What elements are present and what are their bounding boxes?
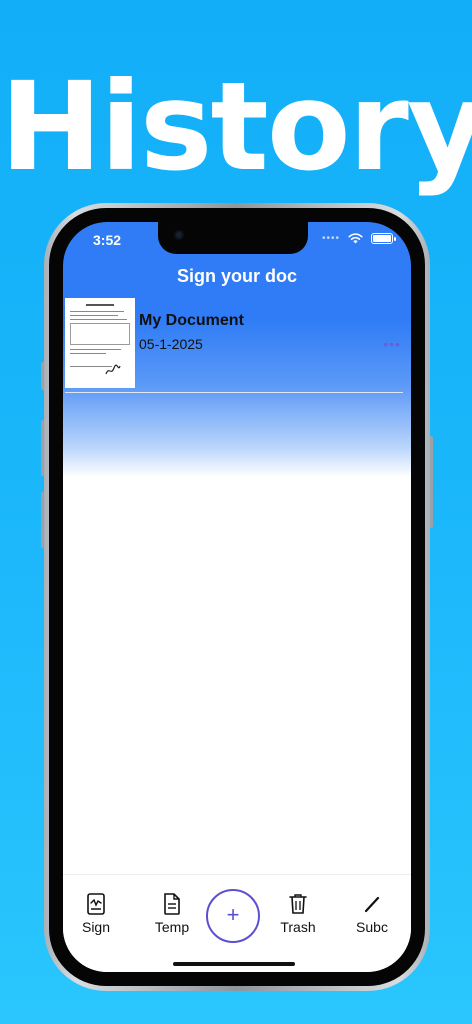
home-indicator[interactable] (173, 962, 295, 966)
phone-screen: 3:52 •••• Sign your doc My Document 05-1… (63, 222, 411, 972)
document-thumbnail[interactable] (65, 298, 135, 388)
add-document-button[interactable]: + (206, 889, 260, 943)
wifi-icon (348, 233, 363, 244)
phone-bezel: 3:52 •••• Sign your doc My Document 05-1… (49, 208, 425, 986)
phone-frame: 3:52 •••• Sign your doc My Document 05-1… (44, 203, 430, 991)
battery-icon (371, 233, 396, 244)
notch (158, 222, 308, 254)
app-title: Sign your doc (176, 266, 297, 286)
pencil-icon (364, 896, 380, 913)
tab-trash-label: Trash (280, 919, 316, 935)
tab-subc[interactable]: Subc (342, 893, 402, 935)
promo-title: History (0, 56, 472, 198)
sign-document-icon (87, 893, 105, 915)
list-divider (65, 392, 403, 393)
signature-icon (105, 364, 121, 375)
tab-temp-label: Temp (154, 919, 190, 935)
status-time: 3:52 (93, 232, 122, 248)
tab-sign[interactable]: Sign (66, 893, 126, 935)
template-icon (164, 893, 180, 915)
trash-icon (289, 894, 307, 914)
tab-bar: Sign Temp + Trash Subc (63, 874, 411, 972)
tab-sign-label: Sign (81, 919, 111, 935)
status-indicators: •••• (321, 233, 396, 244)
signal-icon: •••• (321, 233, 340, 244)
camera-icon (174, 230, 184, 240)
tab-trash[interactable]: Trash (268, 893, 328, 935)
document-date: 05-1-2025 (139, 336, 203, 352)
tab-temp[interactable]: Temp (142, 893, 202, 935)
document-name: My Document (139, 312, 244, 329)
document-list-item[interactable]: My Document 05-1-2025 ••• (65, 298, 403, 390)
more-options-icon[interactable]: ••• (383, 336, 401, 352)
tab-subc-label: Subc (356, 919, 388, 935)
